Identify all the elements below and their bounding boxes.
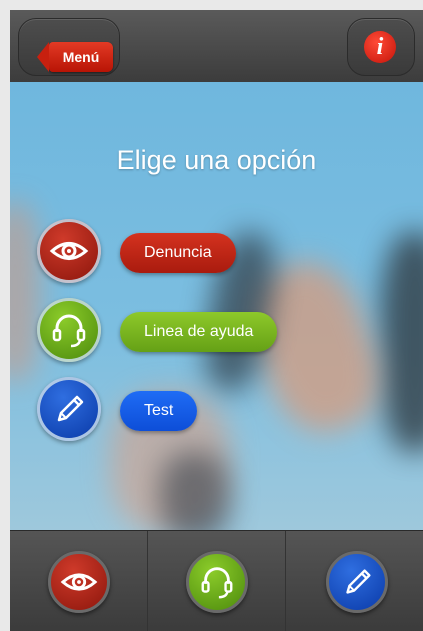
headset-icon[interactable] — [37, 298, 101, 362]
tab-test[interactable] — [286, 531, 423, 631]
info-button-container: i — [347, 18, 415, 76]
top-bar: Menú i — [10, 10, 423, 83]
denuncia-button[interactable]: Denuncia — [120, 233, 236, 273]
eye-icon[interactable] — [37, 219, 101, 283]
background-photo-blur — [10, 202, 40, 382]
eye-icon[interactable] — [48, 551, 110, 613]
test-button[interactable]: Test — [120, 391, 198, 431]
options-panel: Elige una opción Denuncia Linea de ayuda — [10, 82, 423, 530]
pencil-icon[interactable] — [37, 377, 101, 441]
pencil-icon[interactable] — [326, 551, 388, 613]
bottom-tab-bar — [10, 530, 423, 631]
page-title: Elige una opción — [116, 145, 317, 175]
headset-icon[interactable] — [186, 551, 248, 613]
background-photo-blur — [160, 452, 230, 530]
menu-button[interactable]: Menú — [37, 42, 113, 72]
tab-denuncia[interactable] — [10, 531, 148, 631]
tab-linea-de-ayuda[interactable] — [148, 531, 286, 631]
menu-button-container: Menú — [18, 18, 120, 76]
linea-de-ayuda-button[interactable]: Linea de ayuda — [120, 312, 278, 352]
app-screen: Menú i Elige una opción Denuncia Linea d… — [10, 10, 423, 631]
background-photo-blur — [380, 232, 423, 452]
info-icon[interactable]: i — [364, 31, 396, 63]
